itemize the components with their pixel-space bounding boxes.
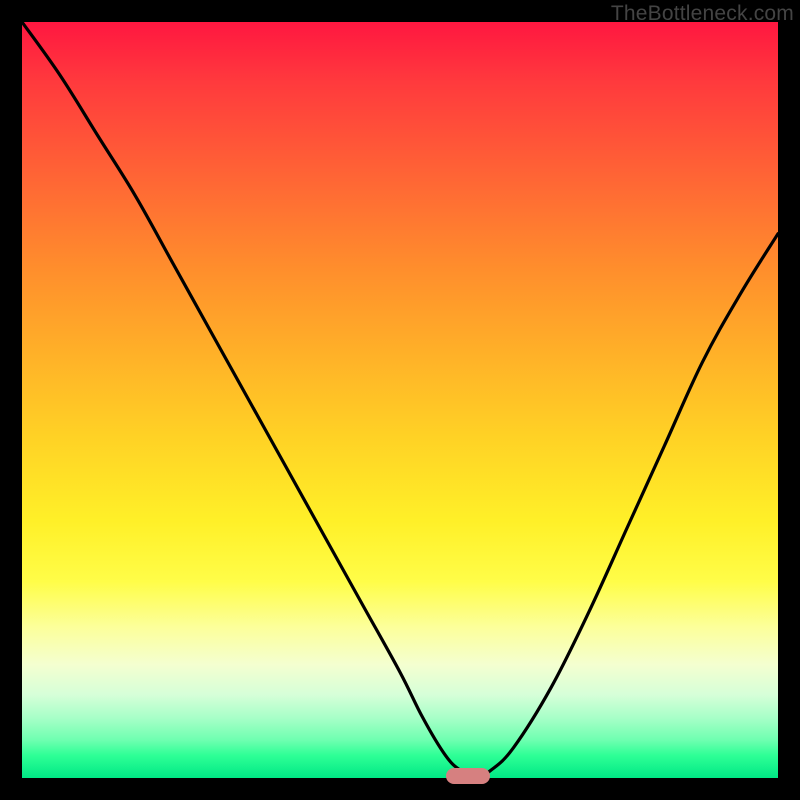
bottleneck-curve: [22, 22, 778, 778]
curve-path: [22, 22, 778, 778]
watermark-text: TheBottleneck.com: [611, 2, 794, 26]
optimum-marker: [446, 768, 490, 784]
chart-frame: TheBottleneck.com: [0, 0, 800, 800]
